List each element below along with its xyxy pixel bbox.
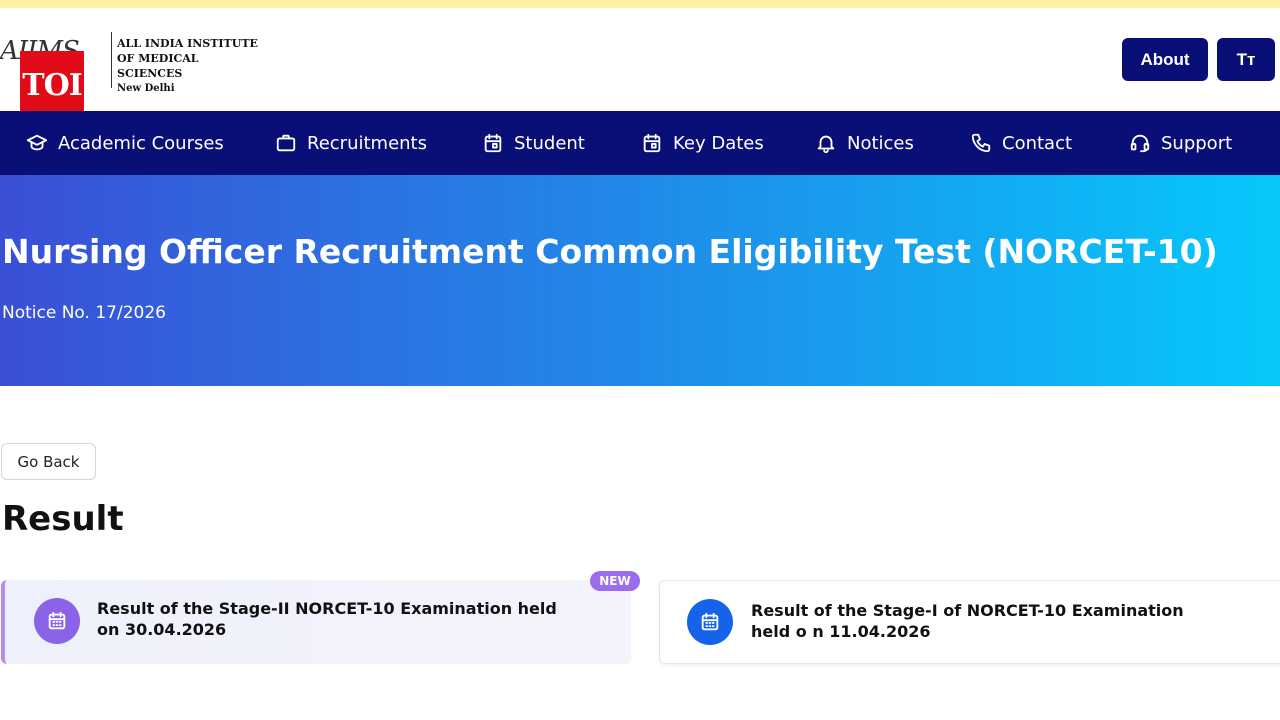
logo-divider <box>111 32 112 88</box>
nav-item-recruitments[interactable]: Recruitments <box>275 111 427 175</box>
briefcase-icon <box>276 134 296 152</box>
nav-item-contact[interactable]: Contact <box>970 111 1072 175</box>
toi-watermark: TOI <box>20 51 84 120</box>
logo-line-3: New Delhi <box>117 83 175 94</box>
nav-label: Notices <box>847 132 914 154</box>
headset-icon <box>1130 134 1150 153</box>
nav-item-student[interactable]: Student <box>482 111 585 175</box>
result-card-stage-1[interactable]: Result of the Stage-I of NORCET-10 Exami… <box>659 580 1280 664</box>
nav-item-key-dates[interactable]: Key Dates <box>641 111 764 175</box>
calendar-icon <box>34 598 80 644</box>
calendar-icon <box>643 133 661 153</box>
notice-number: Notice No. 17/2026 <box>2 303 166 323</box>
about-button[interactable]: About <box>1122 38 1208 81</box>
new-badge: NEW <box>590 571 640 591</box>
result-card-stage-2[interactable]: Result of the Stage-II NORCET-10 Examina… <box>1 580 631 664</box>
result-card-title: Result of the Stage-II NORCET-10 Examina… <box>97 599 557 639</box>
hero-banner: Nursing Officer Recruitment Common Eligi… <box>0 175 1280 386</box>
bell-icon <box>817 135 835 154</box>
nav-label: Key Dates <box>673 132 764 154</box>
logo-line-1: ALL INDIA INSTITUTE <box>117 37 258 50</box>
logo-line-2: OF MEDICAL SCIENCES <box>117 52 199 80</box>
nav-label: Support <box>1161 132 1233 154</box>
result-card-title: Result of the Stage-I of NORCET-10 Exami… <box>751 601 1184 641</box>
site-header: AIIMS ALL INDIA INSTITUTE OF MEDICAL SCI… <box>0 8 1280 120</box>
top-strip <box>0 0 1280 8</box>
calendar-icon <box>484 133 502 153</box>
go-back-button[interactable]: Go Back <box>1 443 96 480</box>
nav-label: Student <box>514 132 585 154</box>
calendar-icon <box>687 599 733 645</box>
phone-icon <box>971 133 991 153</box>
font-size-button[interactable]: Tт <box>1217 38 1275 81</box>
page-title: Nursing Officer Recruitment Common Eligi… <box>2 232 1218 271</box>
nav-item-academic-courses[interactable]: Academic Courses <box>26 111 224 175</box>
graduation-cap-icon <box>26 134 48 151</box>
nav-item-notices[interactable]: Notices <box>815 111 914 175</box>
nav-item-support[interactable]: Support <box>1129 111 1232 175</box>
main-nav: Academic Courses Recruitments Student Ke… <box>0 111 1280 175</box>
nav-label: Academic Courses <box>58 132 224 154</box>
nav-label: Recruitments <box>307 132 427 154</box>
section-title: Result <box>2 499 124 539</box>
nav-label: Contact <box>1002 132 1073 154</box>
logo-text: ALL INDIA INSTITUTE OF MEDICAL SCIENCES … <box>117 36 260 96</box>
